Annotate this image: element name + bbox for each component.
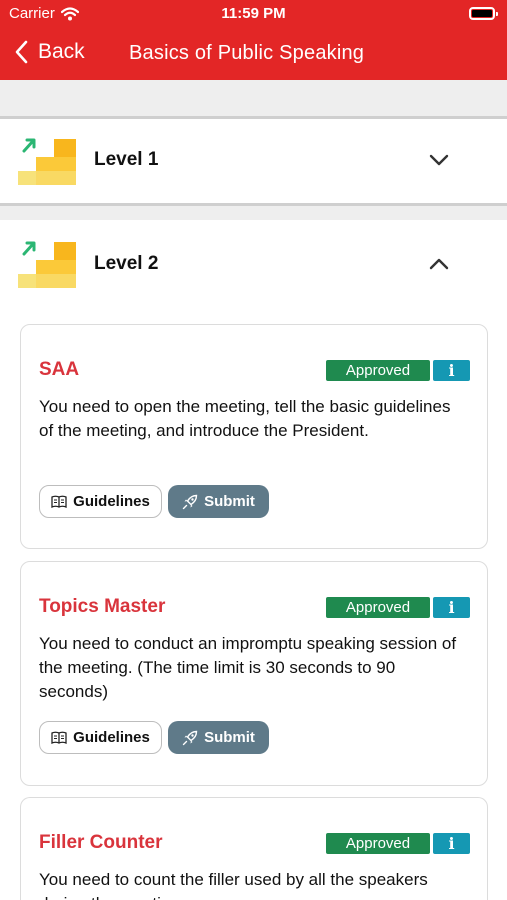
battery-icon bbox=[469, 7, 498, 20]
submit-button[interactable]: Submit bbox=[168, 485, 269, 518]
task-card-filler-counter: Filler Counter Approved i You need to co… bbox=[20, 797, 488, 900]
submit-label: Submit bbox=[204, 493, 255, 510]
task-title: Filler Counter bbox=[39, 832, 163, 853]
guidelines-button[interactable]: Guidelines bbox=[39, 721, 162, 754]
chevron-left-icon bbox=[15, 40, 28, 64]
task-description: You need to conduct an impromptu speakin… bbox=[39, 634, 457, 701]
submit-label: Submit bbox=[204, 729, 255, 746]
task-card-saa: SAA Approved i You need to open the meet… bbox=[20, 324, 488, 549]
page-title: Basics of Public Speaking bbox=[129, 42, 365, 64]
task-title: Topics Master bbox=[39, 596, 166, 617]
nav-bar: Back Basics of Public Speaking bbox=[0, 28, 507, 80]
status-bar: Carrier 11:59 PM bbox=[0, 0, 507, 28]
task-card-topics-master: Topics Master Approved i You need to con… bbox=[20, 561, 488, 786]
level-1-header[interactable]: Level 1 bbox=[0, 119, 507, 203]
submit-button[interactable]: Submit bbox=[168, 721, 269, 754]
task-title: SAA bbox=[39, 359, 80, 380]
book-icon bbox=[51, 495, 67, 508]
status-time: 11:59 PM bbox=[221, 5, 286, 22]
status-badge: Approved bbox=[326, 360, 430, 381]
info-icon: i bbox=[448, 361, 455, 380]
level-stairs-icon bbox=[18, 241, 76, 288]
info-button[interactable]: i bbox=[433, 597, 470, 618]
guidelines-label: Guidelines bbox=[73, 493, 150, 510]
info-button[interactable]: i bbox=[433, 833, 470, 854]
rocket-icon bbox=[182, 494, 198, 509]
info-button[interactable]: i bbox=[433, 360, 470, 381]
top-spacer bbox=[0, 80, 507, 116]
book-icon bbox=[51, 731, 67, 744]
back-label: Back bbox=[38, 40, 85, 63]
guidelines-label: Guidelines bbox=[73, 729, 150, 746]
status-badge: Approved bbox=[326, 833, 430, 854]
level-2-label: Level 2 bbox=[94, 253, 159, 274]
rocket-icon bbox=[182, 730, 198, 745]
status-badge: Approved bbox=[326, 597, 430, 618]
chevron-down-icon[interactable] bbox=[428, 153, 450, 167]
task-description: You need to count the filler used by all… bbox=[39, 870, 428, 900]
guidelines-button[interactable]: Guidelines bbox=[39, 485, 162, 518]
level-1-label: Level 1 bbox=[94, 149, 159, 170]
info-icon: i bbox=[448, 834, 455, 853]
chevron-up-icon[interactable] bbox=[428, 257, 450, 271]
level-stairs-icon bbox=[18, 138, 76, 185]
info-icon: i bbox=[448, 598, 455, 617]
back-button[interactable]: Back bbox=[14, 40, 85, 64]
level-2-header[interactable]: Level 2 bbox=[0, 220, 507, 308]
level-spacer bbox=[0, 206, 507, 220]
task-description: You need to open the meeting, tell the b… bbox=[39, 397, 451, 440]
